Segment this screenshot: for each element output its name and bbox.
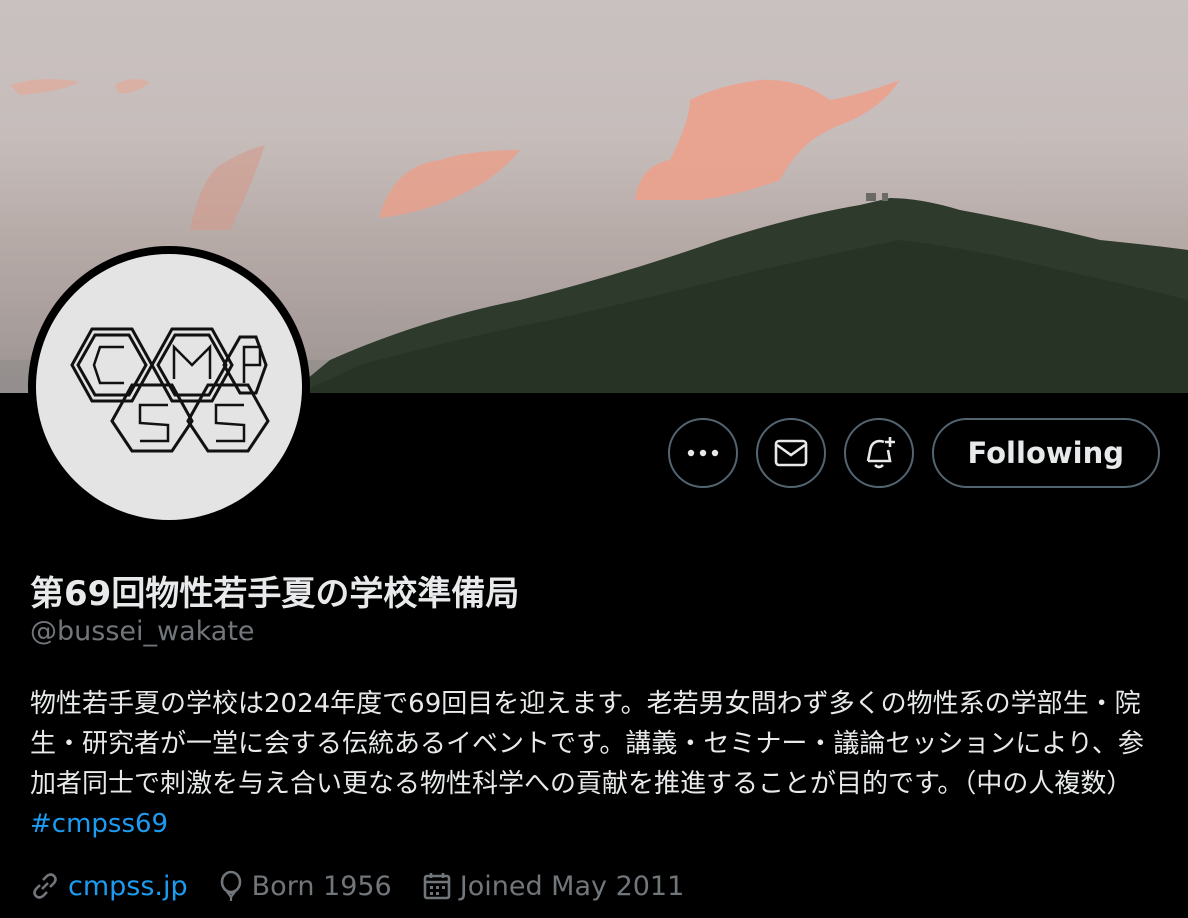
notifications-button[interactable] bbox=[843, 418, 914, 488]
calendar-icon bbox=[423, 873, 451, 900]
website-link[interactable]: cmpss.jp bbox=[68, 871, 188, 902]
born-date: Born 1956 bbox=[251, 870, 392, 902]
profile-meta: cmpss.jp Born 1956 Joined May 2011 bbox=[30, 870, 684, 902]
display-name: 第69回物性若手夏の学校準備局 bbox=[30, 574, 520, 614]
envelope-icon bbox=[774, 439, 807, 467]
profile-bio: 物性若手夏の学校は2024年度で69回目を迎えます。老若男女問わず多くの物性系の… bbox=[30, 684, 1160, 844]
more-button[interactable] bbox=[667, 418, 738, 488]
bell-plus-icon bbox=[866, 437, 895, 469]
joined-item: Joined May 2011 bbox=[422, 870, 685, 902]
profile-actions: Following bbox=[667, 418, 1160, 488]
balloon-icon bbox=[220, 870, 241, 901]
bio-text: 物性若手夏の学校は2024年度で69回目を迎えます。老若男女問わず多くの物性系の… bbox=[30, 689, 1144, 799]
born-item: Born 1956 bbox=[218, 870, 392, 902]
following-button[interactable]: Following bbox=[931, 418, 1160, 488]
bio-hashtag-link[interactable]: #cmpss69 bbox=[30, 809, 168, 839]
link-icon bbox=[33, 873, 57, 899]
more-icon bbox=[687, 449, 718, 457]
joined-date: Joined May 2011 bbox=[459, 870, 685, 902]
website-item: cmpss.jp bbox=[30, 871, 188, 902]
user-handle: @bussei_wakate bbox=[30, 616, 255, 647]
message-button[interactable] bbox=[755, 418, 826, 488]
cmpss-logo bbox=[70, 327, 270, 453]
avatar-image bbox=[36, 254, 302, 520]
avatar[interactable] bbox=[28, 246, 310, 528]
